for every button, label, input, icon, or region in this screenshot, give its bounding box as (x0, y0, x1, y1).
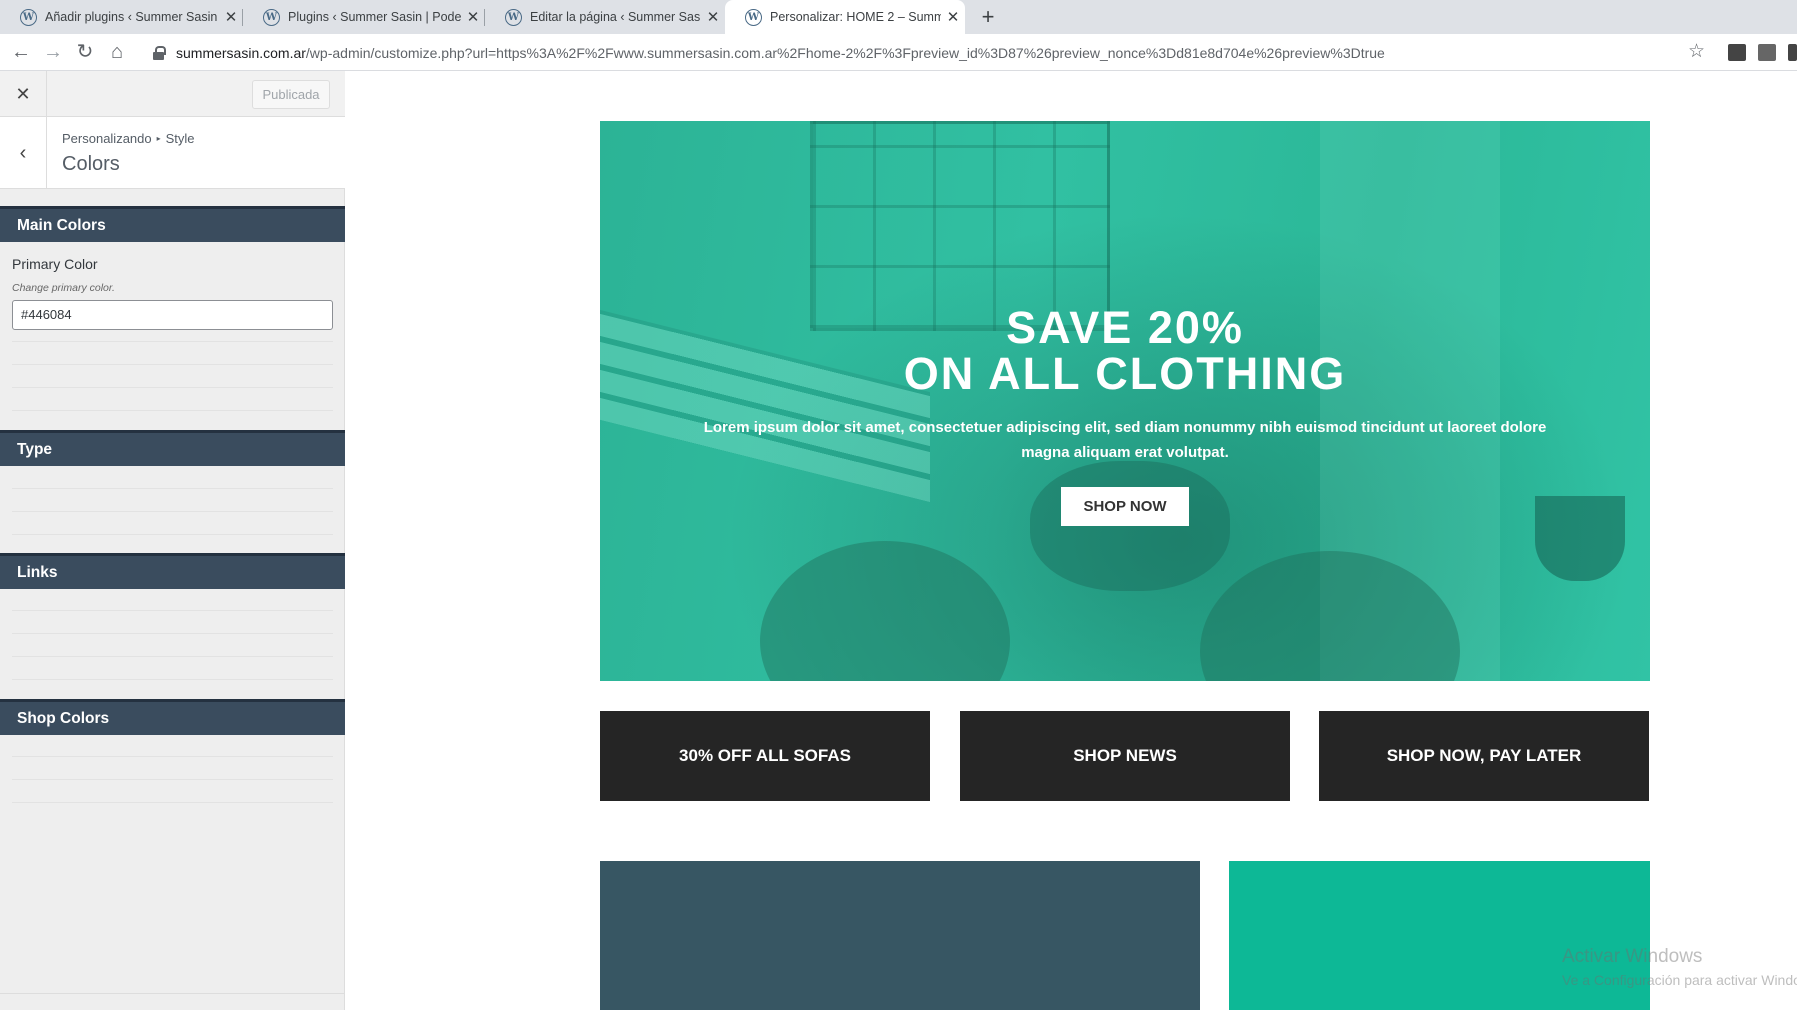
section-main-colors[interactable]: Main Colors (0, 206, 345, 242)
section-links[interactable]: Links (0, 553, 345, 589)
wordpress-icon: W (20, 8, 37, 26)
close-tab-icon[interactable]: ✕ (941, 8, 965, 26)
divider (12, 387, 333, 388)
divider (12, 488, 333, 489)
divider (12, 364, 333, 365)
footer-divider (0, 993, 345, 994)
tab-title: Editar la página ‹ Summer Sasin (530, 10, 701, 24)
back-chevron-icon[interactable]: ‹ (0, 117, 47, 189)
publish-button[interactable]: Publicada (252, 80, 330, 109)
primary-color-field[interactable]: #446084 (12, 300, 333, 330)
wordpress-icon: W (263, 8, 280, 26)
primary-color-description: Change primary color. (12, 282, 115, 294)
lock-icon (152, 45, 166, 60)
back-arrow-icon[interactable]: ← (9, 40, 33, 64)
divider (12, 610, 333, 611)
tab-title: Añadir plugins ‹ Summer Sasin | (45, 10, 219, 24)
hero-content: SAVE 20% ON ALL CLOTHING Lorem ipsum dol… (600, 121, 1650, 681)
divider (12, 511, 333, 512)
divider (12, 779, 333, 780)
section-shop-colors[interactable]: Shop Colors (0, 699, 345, 735)
windows-activation-title: Activar Windows (1562, 946, 1703, 967)
divider (12, 534, 333, 535)
primary-color-label: Primary Color (12, 256, 98, 272)
divider (12, 756, 333, 757)
home-icon[interactable]: ⌂ (105, 40, 129, 64)
address-bar[interactable]: summersasin.com.ar /wp-admin/customize.p… (140, 38, 1695, 67)
breadcrumb: Personalizando ▸ Style (62, 131, 195, 146)
browser-tab[interactable]: W Añadir plugins ‹ Summer Sasin | ✕ (0, 0, 243, 34)
close-tab-icon[interactable]: ✕ (701, 8, 725, 26)
divider (12, 341, 333, 342)
bookmark-star-icon[interactable]: ☆ (1688, 40, 1705, 63)
divider (12, 633, 333, 634)
hero-text: Lorem ipsum dolor sit amet, consectetuer… (703, 419, 1547, 461)
panel-header: ‹ Personalizando ▸ Style Colors (0, 117, 345, 189)
customizer-header: ✕ Publicada (0, 71, 345, 117)
hero-heading-line2: ON ALL CLOTHING (903, 348, 1347, 399)
forward-arrow-icon[interactable]: → (41, 40, 65, 64)
browser-tab-active[interactable]: W Personalizar: HOME 2 – Summer ✕ (725, 0, 965, 34)
breadcrumb-root: Personalizando (62, 131, 152, 146)
url-path: /wp-admin/customize.php?url=https%3A%2F%… (305, 44, 1385, 61)
reload-icon[interactable]: ↻ (73, 40, 97, 64)
site-preview: SAVE 20% ON ALL CLOTHING Lorem ipsum dol… (345, 71, 1797, 1010)
browser-tab[interactable]: W Plugins ‹ Summer Sasin | Poderc ✕ (243, 0, 485, 34)
promo-banner-pay-later[interactable]: SHOP NOW, PAY LATER (1319, 711, 1649, 801)
divider (12, 410, 333, 411)
tab-title: Personalizar: HOME 2 – Summer (770, 10, 941, 24)
extension-icon[interactable] (1788, 44, 1797, 61)
extension-icon[interactable] (1728, 44, 1746, 61)
browser-tab[interactable]: W Editar la página ‹ Summer Sasin ✕ (485, 0, 725, 34)
new-tab-button[interactable]: + (975, 4, 1001, 30)
shop-now-button[interactable]: SHOP NOW (1061, 487, 1189, 526)
windows-activation-text: Ve a Configuración para activar Windows. (1562, 972, 1797, 988)
breadcrumb-parent: Style (165, 131, 195, 146)
url-domain: summersasin.com.ar (176, 44, 306, 61)
divider (12, 679, 333, 680)
divider (12, 802, 333, 803)
promo-banner-sofas[interactable]: 30% OFF ALL SOFAS (600, 711, 930, 801)
close-tab-icon[interactable]: ✕ (219, 8, 243, 26)
extension-icon[interactable] (1758, 44, 1776, 61)
breadcrumb-arrow-icon: ▸ (156, 134, 161, 143)
tab-title: Plugins ‹ Summer Sasin | Poderc (288, 10, 461, 24)
close-icon[interactable]: ✕ (0, 71, 47, 117)
promo-banner-news[interactable]: SHOP NEWS (960, 711, 1290, 801)
hero-banner: SAVE 20% ON ALL CLOTHING Lorem ipsum dol… (600, 121, 1650, 681)
browser-tab-bar: W Añadir plugins ‹ Summer Sasin | ✕ W Pl… (0, 0, 1797, 34)
close-tab-icon[interactable]: ✕ (461, 8, 485, 26)
browser-toolbar: ← → ↻ ⌂ summersasin.com.ar /wp-admin/cus… (0, 34, 1797, 71)
wordpress-icon: W (745, 8, 762, 26)
divider (12, 656, 333, 657)
customizer-sidebar: ✕ Publicada ‹ Personalizando ▸ Style Color… (0, 71, 345, 1010)
wordpress-icon: W (505, 8, 522, 26)
panel-title: Colors (62, 153, 120, 175)
section-type[interactable]: Type (0, 430, 345, 466)
content-block-dark (600, 861, 1200, 1010)
hero-heading-line1: SAVE 20% (1006, 302, 1244, 353)
